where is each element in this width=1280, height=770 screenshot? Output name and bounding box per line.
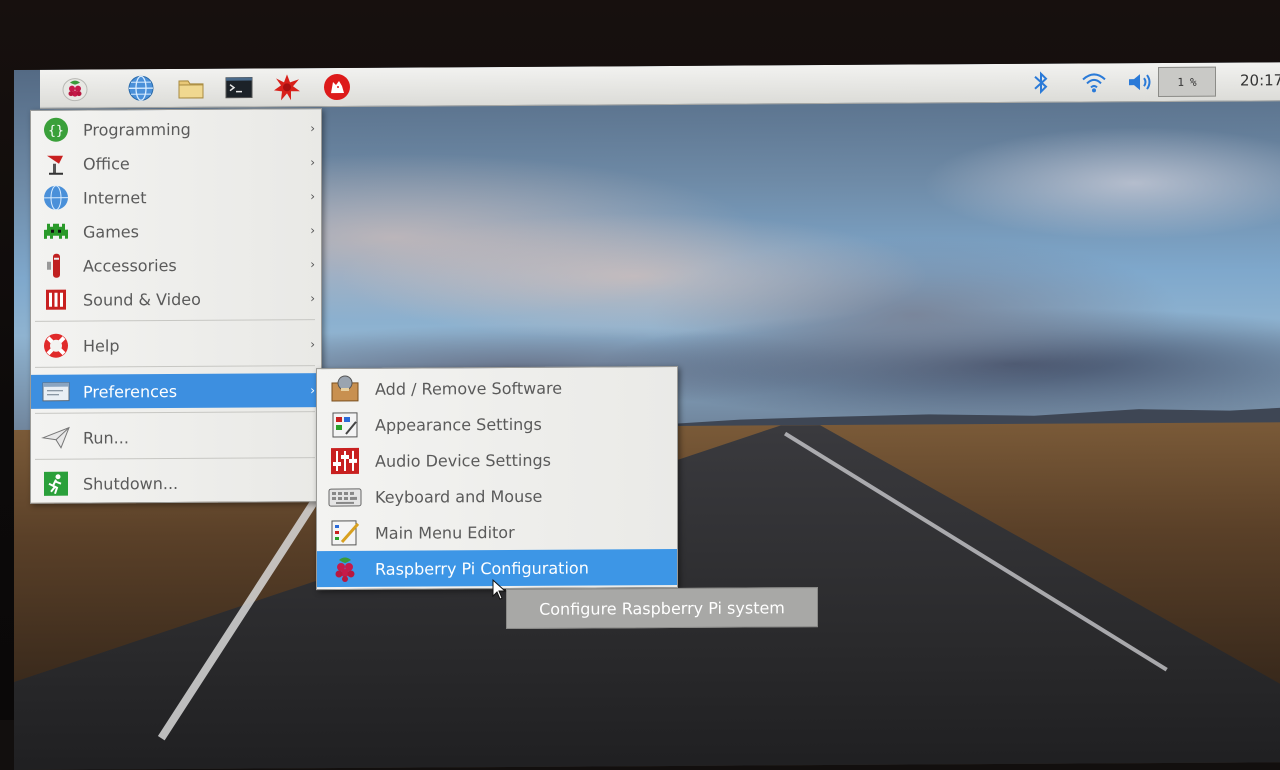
volume-tray[interactable] — [1126, 67, 1156, 97]
menu-item-shutdown[interactable]: Shutdown... — [31, 465, 321, 501]
cpu-unit: % — [1190, 75, 1197, 88]
menu-item-label: Programming — [83, 119, 191, 139]
menu-item-office[interactable]: Office › — [31, 145, 321, 181]
menu-separator — [35, 365, 315, 368]
submenu-arrow-icon: › — [310, 223, 315, 237]
games-icon — [39, 217, 73, 247]
terminal-launcher[interactable] — [220, 73, 258, 103]
submenu-item-audio-device-settings[interactable]: Audio Device Settings — [317, 441, 677, 479]
globe-icon — [39, 183, 73, 213]
wifi-tray[interactable] — [1080, 67, 1108, 97]
submenu-item-label: Audio Device Settings — [375, 450, 551, 470]
preferences-submenu: Add / Remove Software Appearance Setting… — [316, 366, 678, 590]
menu-item-preferences[interactable]: Preferences › — [31, 373, 321, 409]
sound-video-icon — [39, 285, 73, 315]
submenu-arrow-icon: › — [310, 257, 315, 271]
mathematica-launcher[interactable] — [268, 72, 306, 102]
menu-item-label: Games — [83, 222, 139, 241]
file-manager-launcher[interactable] — [172, 73, 210, 103]
menu-item-games[interactable]: Games › — [31, 213, 321, 249]
help-lifebuoy-icon — [39, 331, 73, 361]
menu-item-internet[interactable]: Internet › — [31, 179, 321, 215]
menu-separator — [35, 411, 315, 414]
menu-button[interactable] — [56, 74, 94, 104]
submenu-item-label: Main Menu Editor — [375, 522, 515, 542]
raspberry-icon — [325, 553, 365, 585]
submenu-arrow-icon: › — [310, 189, 315, 203]
programming-icon: {} — [39, 115, 73, 145]
submenu-item-label: Raspberry Pi Configuration — [375, 558, 589, 578]
cpu-value: 1 — [1177, 75, 1184, 88]
top-panel: 1 % 20:17 — [40, 62, 1280, 109]
office-icon — [39, 149, 73, 179]
audio-sliders-icon — [325, 445, 365, 477]
terminal-icon — [225, 74, 253, 102]
menu-item-run[interactable]: Run... — [31, 419, 321, 455]
cpu-monitor[interactable]: 1 % — [1158, 67, 1216, 97]
package-icon — [325, 373, 365, 405]
shutdown-icon — [39, 469, 73, 499]
web-browser-launcher[interactable] — [122, 73, 160, 103]
menu-item-label: Internet — [83, 188, 147, 207]
desktop-screen: 1 % 20:17 {} Programming › Office › Inte… — [14, 62, 1280, 770]
submenu-arrow-icon: › — [310, 291, 315, 305]
menu-separator — [35, 319, 315, 322]
main-menu: {} Programming › Office › Internet › Gam… — [30, 108, 322, 504]
keyboard-icon — [325, 481, 365, 513]
svg-text:{}: {} — [48, 124, 64, 139]
submenu-item-main-menu-editor[interactable]: Main Menu Editor — [317, 513, 677, 551]
bluetooth-icon — [1030, 70, 1052, 96]
accessories-icon — [39, 251, 73, 281]
menu-item-label: Run... — [83, 428, 129, 447]
star-burst-icon — [273, 73, 301, 101]
wolf-icon — [323, 73, 351, 101]
clock[interactable]: 20:17 — [1240, 71, 1280, 89]
menu-item-sound-video[interactable]: Sound & Video › — [31, 281, 321, 317]
wolfram-launcher[interactable] — [318, 72, 356, 102]
menu-item-label: Preferences — [83, 382, 177, 402]
raspberry-icon — [61, 75, 89, 103]
preferences-icon — [39, 377, 73, 407]
submenu-item-appearance-settings[interactable]: Appearance Settings — [317, 405, 677, 443]
menu-item-accessories[interactable]: Accessories › — [31, 247, 321, 283]
menu-separator — [35, 457, 315, 460]
globe-icon — [127, 74, 155, 102]
submenu-arrow-icon: › — [310, 337, 315, 351]
menu-item-label: Shutdown... — [83, 473, 178, 493]
menu-item-programming[interactable]: {} Programming › — [31, 111, 321, 147]
menu-editor-icon — [325, 517, 365, 549]
volume-icon — [1126, 69, 1156, 95]
mouse-cursor-icon — [492, 579, 508, 601]
menu-item-label: Sound & Video — [83, 289, 201, 309]
bluetooth-tray[interactable] — [1030, 68, 1052, 98]
submenu-item-label: Keyboard and Mouse — [375, 486, 542, 506]
submenu-arrow-icon: › — [310, 383, 315, 397]
menu-item-label: Office — [83, 154, 130, 173]
submenu-item-label: Add / Remove Software — [375, 378, 562, 398]
submenu-arrow-icon: › — [310, 121, 315, 135]
submenu-arrow-icon: › — [310, 155, 315, 169]
wifi-icon — [1080, 69, 1108, 95]
menu-item-label: Help — [83, 336, 119, 355]
folder-icon — [177, 74, 205, 102]
submenu-item-add-remove-software[interactable]: Add / Remove Software — [317, 369, 677, 407]
menu-item-label: Accessories — [83, 256, 177, 276]
submenu-item-keyboard-and-mouse[interactable]: Keyboard and Mouse — [317, 477, 677, 515]
tooltip: Configure Raspberry Pi system — [506, 587, 818, 629]
run-icon — [39, 423, 73, 453]
appearance-icon — [325, 409, 365, 441]
menu-item-help[interactable]: Help › — [31, 327, 321, 363]
submenu-item-label: Appearance Settings — [375, 414, 542, 434]
